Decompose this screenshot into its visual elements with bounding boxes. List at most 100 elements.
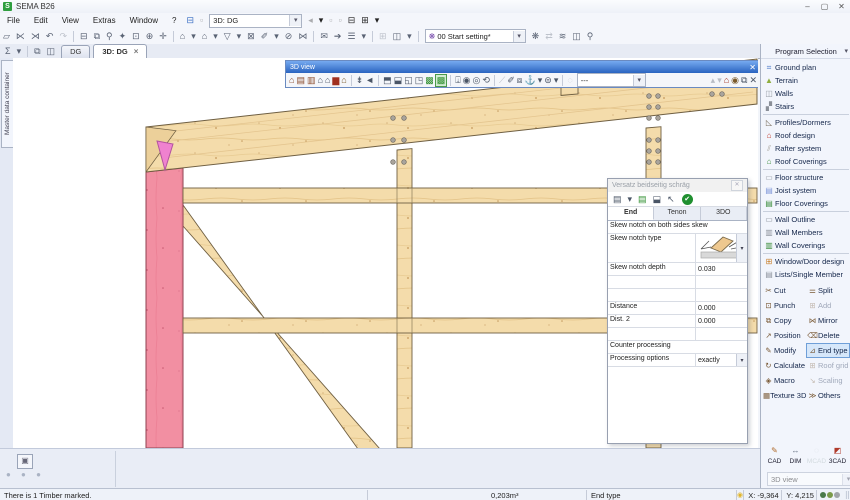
selected-post-timber[interactable] <box>146 168 183 448</box>
mcad-mode-button[interactable]: ◌MCAD <box>806 446 827 468</box>
flash-icon[interactable]: ✦ <box>117 30 129 43</box>
dialog-field-value[interactable]: ▾ <box>696 234 747 262</box>
photo-icon[interactable]: ◎ <box>472 74 482 87</box>
dim-mode-button[interactable]: ↔DIM <box>785 446 806 468</box>
close-icon[interactable]: ✕ <box>731 180 743 191</box>
eraser-icon[interactable]: ⊘ <box>283 30 295 43</box>
pencil-3d-icon[interactable]: ✐ <box>506 74 516 87</box>
dialog-value-text[interactable]: 0.030 <box>698 266 716 273</box>
open-project-icon[interactable]: ▱ <box>1 30 12 43</box>
split-button[interactable]: ⚌Split <box>806 283 850 298</box>
chevron-down-icon[interactable]: ▾ <box>626 193 635 206</box>
sidebar-item-roof-coverings[interactable]: ⌂Roof Coverings <box>763 155 849 168</box>
dialog-value-text[interactable]: 0.000 <box>698 318 716 325</box>
layers-icon[interactable]: ≋ <box>557 30 569 43</box>
dialog-field-value[interactable]: 0.000 <box>696 302 747 314</box>
redo-icon[interactable]: ↷ <box>57 30 69 43</box>
texture-3d-button[interactable]: ▦Texture 3D <box>762 388 806 403</box>
sidebar-item-profiles-dormers[interactable]: ◺Profiles/Dormers <box>763 116 849 129</box>
catalog-alt-icon[interactable]: ⋊ <box>29 30 42 43</box>
sidebar-item-window-door-design[interactable]: ⊞Window/Door design <box>763 255 849 268</box>
box-3d-icon[interactable]: ⧈ <box>516 74 524 87</box>
copy-button[interactable]: ⧉Copy <box>762 313 806 328</box>
chevron-down-icon[interactable]: ▾ <box>317 14 326 27</box>
sidebar-item-roof-design[interactable]: ⌂Roof design <box>763 129 849 142</box>
cube-wire-icon[interactable]: ◱ <box>403 74 414 87</box>
program-selection-header[interactable]: Program Selection ▾ <box>761 44 850 59</box>
find-icon[interactable]: ⚲ <box>104 30 115 43</box>
rotate-3d-icon[interactable]: ⟲ <box>481 74 491 87</box>
sidebar-item-terrain[interactable]: ▲Terrain <box>763 74 849 87</box>
storey-view-icon[interactable]: ⌂ <box>200 30 209 43</box>
maximize-button[interactable]: ▢ <box>816 1 833 13</box>
sidebar-item-rafter-system[interactable]: ⫽Rafter system <box>763 142 849 155</box>
catalog-icon[interactable]: ⋉ <box>14 30 27 43</box>
new-window-icon[interactable]: ⊞ <box>359 14 371 27</box>
cube-wire2-icon[interactable]: ◳ <box>414 74 425 87</box>
others-button[interactable]: ≫Others <box>806 388 850 403</box>
sidebar-item-lists-single-member[interactable]: ▤Lists/Single Member <box>763 268 849 281</box>
preset-list-icon[interactable]: ▤ <box>611 193 624 206</box>
3cad-mode-button[interactable]: ◩3CAD <box>827 446 848 468</box>
export-icon[interactable]: ➔ <box>332 30 344 43</box>
menu-edit[interactable]: Edit <box>27 14 55 28</box>
dialog-field-value[interactable]: exactly▾ <box>696 354 747 366</box>
add-button[interactable]: ⊞Add <box>806 298 850 313</box>
columns-icon[interactable]: ◫ <box>391 30 404 43</box>
split-view-icon[interactable]: ◫ <box>45 45 58 58</box>
cad-mode-button[interactable]: ✎CAD <box>764 446 785 468</box>
close-icon[interactable]: ✕ <box>749 63 756 72</box>
chevron-down-icon[interactable]: ▾ <box>211 30 220 43</box>
viewport-layout-button[interactable]: ▣ <box>17 454 33 469</box>
measure-icon[interactable]: ⋈ <box>296 30 309 43</box>
start-setting-selector[interactable]: ❋00 Start setting*▾ <box>425 29 526 43</box>
chevron-down-icon[interactable]: ▾ <box>736 234 747 262</box>
dialog-titlebar[interactable]: Versatz beidseitig schräg ✕ <box>608 179 747 192</box>
float-window-icon[interactable]: ⧉ <box>32 45 42 58</box>
forward-icon[interactable]: ▫ <box>336 14 343 27</box>
select-arrow-icon[interactable]: ◄ <box>364 74 375 87</box>
marking-icon[interactable]: ☰ <box>345 30 357 43</box>
dialog-value-text[interactable]: exactly <box>698 357 720 364</box>
dialog-tab-3do[interactable]: 3DO <box>701 207 747 220</box>
dialog-field-value[interactable]: 0.000 <box>696 315 747 327</box>
delete-button[interactable]: ⌫Delete <box>806 328 850 343</box>
binoculars-icon[interactable]: ⚲ <box>585 30 596 43</box>
sidebar-item-ground-plan[interactable]: ⌗Ground plan <box>763 61 849 74</box>
save-icon[interactable]: ⬓ <box>651 193 664 206</box>
end-type-button[interactable]: ⊿End type <box>806 343 850 358</box>
view-mode-combo[interactable]: 3D view ▾ <box>767 472 850 486</box>
chevron-down-icon[interactable]: ▾ <box>189 30 198 43</box>
shaded-house-icon[interactable]: ⌂ <box>288 74 295 87</box>
sidebar-item-floor-structure[interactable]: ▭Floor structure <box>763 171 849 184</box>
chevron-down-icon[interactable]: ▾ <box>272 30 281 43</box>
sidebar-item-wall-members[interactable]: ▥Wall Members <box>763 226 849 239</box>
print-preview-icon[interactable]: ⧉ <box>92 30 102 43</box>
dialog-tab-end[interactable]: End <box>608 207 654 220</box>
dowel-icon[interactable]: ⚓ <box>524 74 537 87</box>
menu-help[interactable]: ? <box>165 14 183 28</box>
pan-icon[interactable]: ✛ <box>157 30 169 43</box>
printer-icon[interactable]: ⊟ <box>346 14 358 27</box>
scaling-button[interactable]: ↘Scaling <box>806 373 850 388</box>
dialog-tab-tenon[interactable]: Tenon <box>654 207 700 220</box>
window-list-icon[interactable]: ⊟ <box>184 14 196 27</box>
section-icon[interactable]: ⍗ <box>454 74 461 87</box>
pin-view-icon[interactable]: ▫ <box>198 14 205 27</box>
close-toolbar-icon[interactable]: ✕ <box>748 74 758 87</box>
frame-icon[interactable]: ⊡ <box>130 30 142 43</box>
chevron-down-icon[interactable]: ▾ <box>235 30 244 43</box>
iso-ne-icon[interactable]: ⬒ <box>382 74 393 87</box>
render-icon[interactable]: ⊠ <box>245 30 257 43</box>
favorites-icon[interactable]: ❋ <box>530 30 542 43</box>
house-front-icon[interactable]: ⌂ <box>316 74 323 87</box>
wall-view-icon[interactable]: ▆ <box>331 74 340 87</box>
3d-view-toolbar-titlebar[interactable]: 3D view ✕ <box>286 61 758 73</box>
menu-view[interactable]: View <box>55 14 86 28</box>
dialog-value-text[interactable]: 0.000 <box>698 305 716 312</box>
undo-icon[interactable]: ↶ <box>44 30 56 43</box>
close-button[interactable]: ✕ <box>833 1 850 13</box>
house-open-icon[interactable]: ⌂ <box>340 74 347 87</box>
tab-3d-dg[interactable]: 3D: DG× <box>93 44 147 58</box>
panel-icon[interactable]: ◫ <box>570 30 583 43</box>
